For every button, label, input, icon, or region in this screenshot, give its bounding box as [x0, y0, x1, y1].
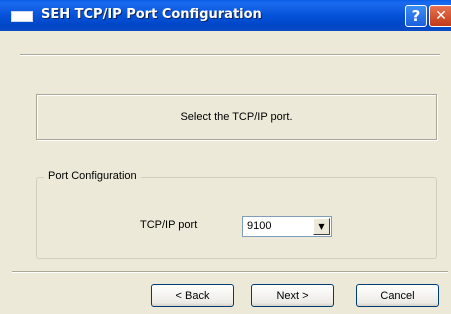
top-divider — [20, 54, 440, 56]
port-configuration-group — [36, 177, 437, 259]
dropdown-arrow-icon[interactable]: ▼ — [313, 218, 330, 235]
title-bar[interactable]: SEH TCP/IP Port Configuration ? ✕ — [0, 0, 451, 31]
next-button[interactable]: Next > — [251, 284, 334, 307]
cancel-button[interactable]: Cancel — [356, 284, 439, 307]
window-title: SEH TCP/IP Port Configuration — [41, 7, 262, 22]
tcpip-port-label: TCP/IP port — [140, 219, 198, 231]
info-text: Select the TCP/IP port. — [180, 111, 293, 123]
window-icon — [11, 11, 33, 22]
dialog-window: SEH TCP/IP Port Configuration ? ✕ Select… — [0, 0, 451, 314]
bottom-divider — [12, 271, 448, 273]
close-icon: ✕ — [435, 8, 447, 24]
help-icon: ? — [411, 7, 421, 25]
close-button[interactable]: ✕ — [429, 5, 451, 27]
tcpip-port-value: 9100 — [247, 220, 272, 232]
back-button[interactable]: < Back — [151, 284, 234, 307]
help-button[interactable]: ? — [405, 5, 427, 27]
info-panel: Select the TCP/IP port. — [36, 94, 437, 140]
tcpip-port-select[interactable]: 9100 ▼ — [242, 216, 332, 237]
port-configuration-legend: Port Configuration — [44, 170, 141, 182]
